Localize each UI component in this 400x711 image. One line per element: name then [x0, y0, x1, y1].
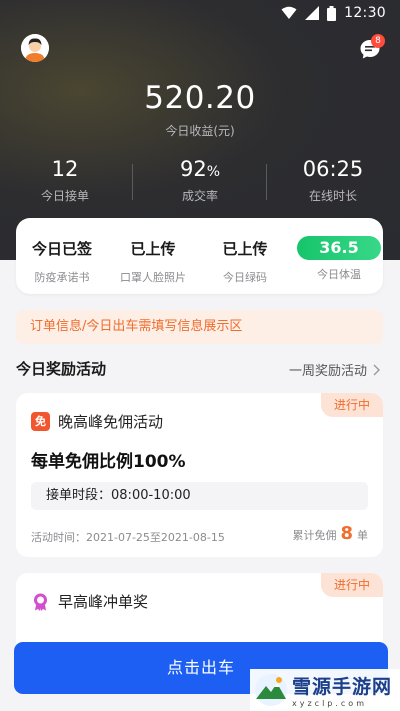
stat-deal-rate-label: 成交率 [181, 189, 218, 203]
status-green-code[interactable]: 已上传 今日绿码 [199, 218, 291, 285]
section-title: 今日奖励活动 [16, 360, 107, 378]
status-commitment[interactable]: 今日已签 防疫承诺书 [16, 218, 108, 285]
status-commitment-label: 防疫承诺书 [34, 271, 90, 284]
stat-deal-rate: 92% 成交率 [140, 157, 260, 204]
stat-divider [266, 164, 267, 200]
status-mask-photo-label: 口罩人脸照片 [120, 271, 186, 284]
time-slot-value: 08:00-10:00 [111, 488, 191, 503]
stat-deal-rate-value: 92% [179, 157, 221, 181]
count-value: 8 [340, 523, 353, 544]
driver-avatar-icon [21, 34, 49, 62]
free-commission-icon: 免 [31, 412, 50, 431]
signal-icon [305, 6, 320, 20]
stat-orders-value: 12 [51, 157, 79, 181]
activity-name: 晚高峰免佣活动 [58, 413, 164, 431]
temperature-pill: 36.5 [297, 236, 381, 260]
status-tag: 进行中 [321, 393, 383, 417]
avatar[interactable] [21, 34, 49, 62]
status-temperature-label: 今日体温 [317, 268, 361, 281]
status-time: 12:30 [344, 5, 386, 21]
stats-row: 12 今日接单 92% 成交率 06:25 在线时长 [0, 157, 400, 207]
status-bar: 12:30 [0, 0, 400, 28]
stat-online-time-value: 06:25 [302, 157, 364, 181]
activity-time-slot: 接单时段：08:00-10:00 [31, 482, 368, 510]
watermark: 雪源手游网 xyzclp.com [250, 669, 400, 711]
stat-divider [132, 164, 133, 200]
status-mask-photo[interactable]: 已上传 口罩人脸照片 [107, 218, 199, 285]
activity-name: 早高峰冲单奖 [58, 593, 149, 611]
unread-badge: 8 [371, 34, 385, 48]
stat-online-time-label: 在线时长 [308, 189, 357, 203]
activity-count: 累计免佣 8 单 [292, 523, 368, 544]
watermark-title: 雪源手游网 [292, 676, 393, 698]
medal-icon [34, 593, 47, 611]
watermark-url: xyzclp.com [292, 699, 367, 708]
count-prefix: 累计免佣 [292, 529, 337, 542]
status-green-code-value: 已上传 [222, 240, 268, 258]
time-slot-label: 接单时段： [46, 488, 112, 503]
count-suffix: 单 [357, 529, 368, 542]
status-temperature[interactable]: 36.5 今日体温 [295, 218, 383, 282]
stat-orders: 12 今日接单 [5, 157, 125, 204]
status-green-code-label: 今日绿码 [223, 271, 267, 284]
status-commitment-value: 今日已签 [31, 240, 92, 258]
activity-card[interactable]: 进行中 免 晚高峰免佣活动 每单免佣比例100% 接单时段：08:00-10:0… [16, 393, 383, 557]
status-tag: 进行中 [321, 573, 383, 597]
weekly-rewards-link-label: 一周奖励活动 [288, 364, 367, 379]
status-mask-photo-value: 已上传 [130, 240, 176, 258]
activity-desc: 每单免佣比例100% [31, 452, 186, 472]
mountain-logo-icon [255, 674, 287, 706]
battery-icon [327, 5, 337, 21]
chevron-right-icon [373, 364, 380, 375]
notice-banner: 订单信息/今日出车需填写信息展示区 [16, 310, 383, 344]
stat-online-time: 06:25 在线时长 [273, 157, 393, 204]
health-status-card: 今日已签 防疫承诺书 已上传 口罩人脸照片 已上传 今日绿码 36.5 今日体温 [16, 218, 383, 294]
income-label: 今日收益(元) [165, 124, 235, 138]
activity-period: 活动时间：2021-07-25至2021-08-15 [31, 531, 225, 544]
wifi-icon [281, 6, 297, 19]
income-value: 520.20 [144, 80, 256, 116]
weekly-rewards-link[interactable]: 一周奖励活动 [289, 360, 380, 379]
stat-orders-label: 今日接单 [40, 189, 89, 203]
